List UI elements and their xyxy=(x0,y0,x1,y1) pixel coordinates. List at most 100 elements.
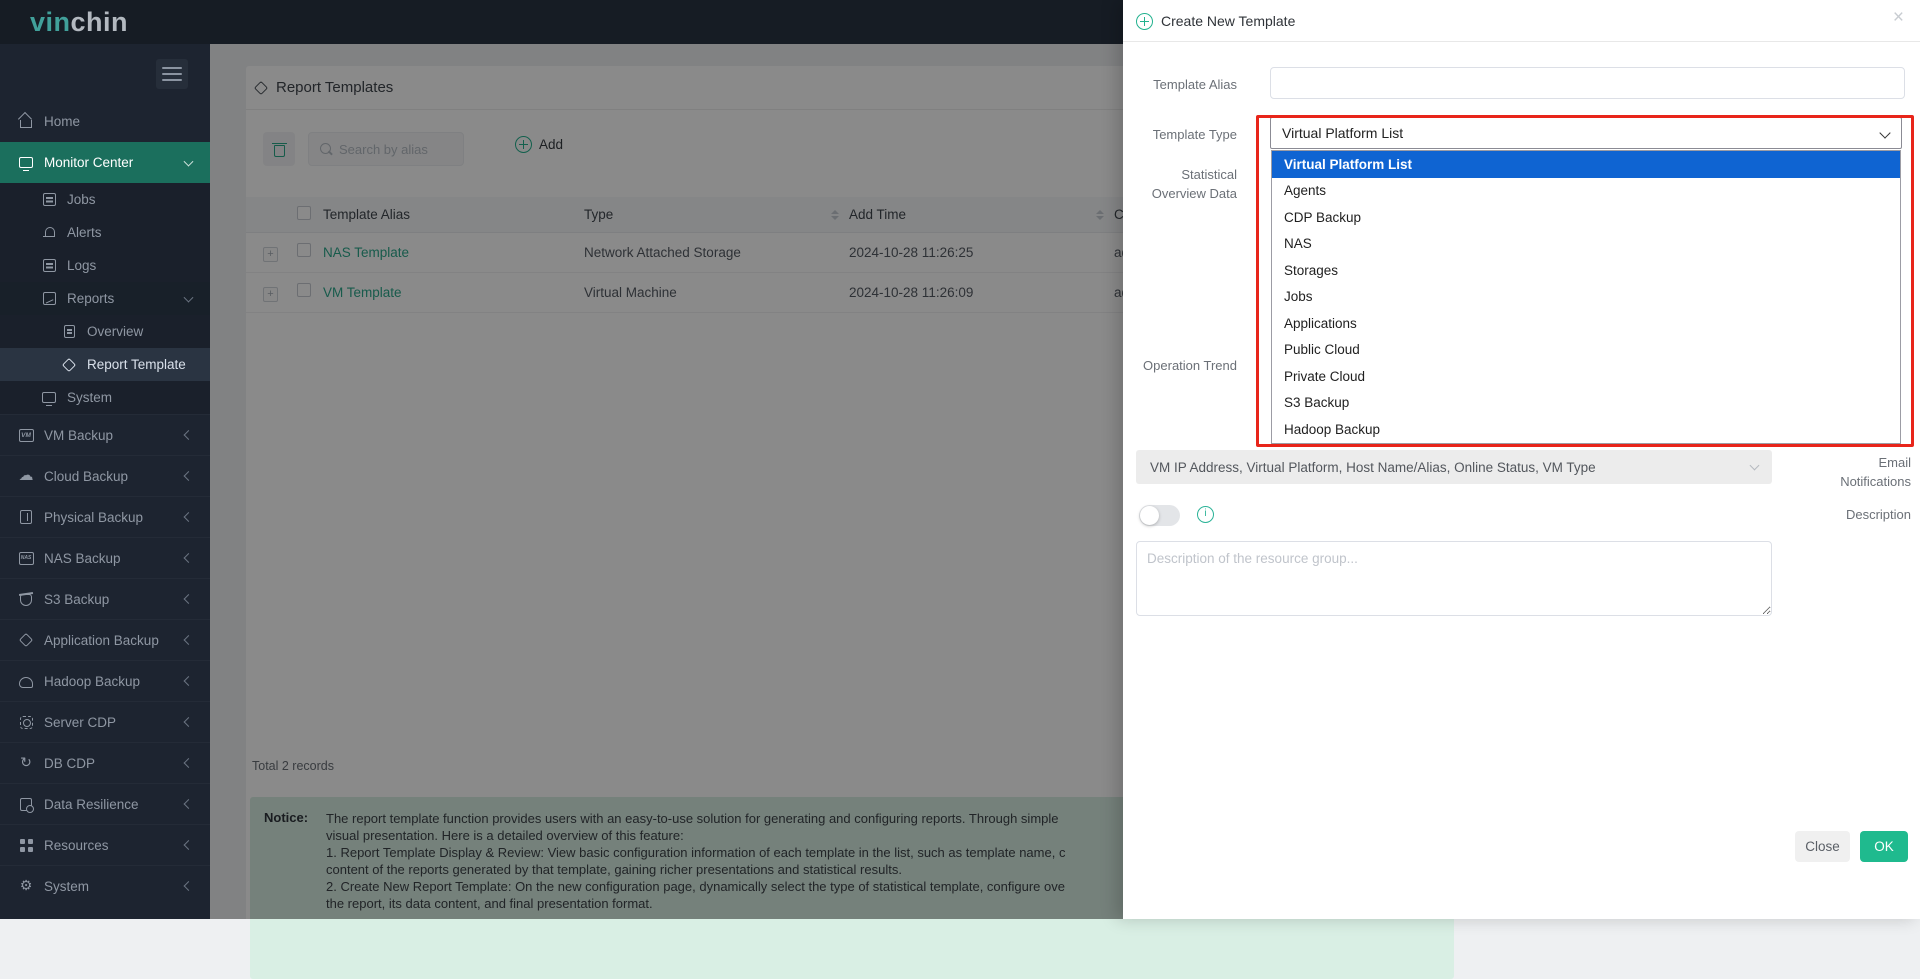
chevron-left-icon xyxy=(184,840,194,850)
sidebar-item-vm-backup[interactable]: VM Backup xyxy=(0,414,210,455)
vinchin-logo: vinchin xyxy=(30,7,128,38)
sidebar-item-label: NAS Backup xyxy=(44,551,121,566)
data-resilience-icon xyxy=(20,798,32,811)
sidebar-item-home[interactable]: Home xyxy=(0,101,210,142)
sidebar-item-label: Jobs xyxy=(67,192,96,207)
logo-text-teal: vin xyxy=(30,7,71,37)
chevron-down-icon xyxy=(1750,461,1760,471)
sidebar-item-resources[interactable]: Resources xyxy=(0,824,210,865)
sidebar-item-label: Data Resilience xyxy=(44,797,139,812)
overview-items-value: VM IP Address, Virtual Platform, Host Na… xyxy=(1150,460,1596,475)
chevron-left-icon xyxy=(184,635,194,645)
sidebar-item-reports[interactable]: Reports xyxy=(0,282,210,315)
dropdown-option[interactable]: CDP Backup xyxy=(1272,204,1900,231)
sidebar-item-physical-backup[interactable]: Physical Backup xyxy=(0,496,210,537)
sidebar-item-label: Hadoop Backup xyxy=(44,674,140,689)
dropdown-option[interactable]: Jobs xyxy=(1272,284,1900,311)
vm-icon xyxy=(19,429,34,442)
dropdown-option[interactable]: Private Cloud xyxy=(1272,363,1900,390)
template-alias-label: Template Alias xyxy=(1123,75,1237,94)
chevron-left-icon xyxy=(184,758,194,768)
template-type-value: Virtual Platform List xyxy=(1282,125,1403,141)
sidebar-item-label: System xyxy=(67,390,112,405)
logo-text-gray: chin xyxy=(71,7,129,37)
chevron-left-icon xyxy=(184,553,194,563)
sidebar-item-s3-backup[interactable]: S3 Backup xyxy=(0,578,210,619)
sidebar-item-nas-backup[interactable]: NAS Backup xyxy=(0,537,210,578)
sidebar-item-label: S3 Backup xyxy=(44,592,109,607)
home-icon xyxy=(20,120,32,128)
sidebar-item-application-backup[interactable]: Application Backup xyxy=(0,619,210,660)
chevron-left-icon xyxy=(184,881,194,891)
sidebar-item-logs[interactable]: Logs xyxy=(0,249,210,282)
dropdown-option[interactable]: Virtual Platform List xyxy=(1272,151,1900,178)
sidebar-item-label: Cloud Backup xyxy=(44,469,128,484)
dropdown-option[interactable]: S3 Backup xyxy=(1272,390,1900,417)
chevron-left-icon xyxy=(184,430,194,440)
sidebar-item-alerts[interactable]: Alerts xyxy=(0,216,210,249)
sidebar-collapse-row xyxy=(0,44,210,101)
sidebar-item-db-cdp[interactable]: DB CDP xyxy=(0,742,210,783)
dropdown-option[interactable]: Applications xyxy=(1272,310,1900,337)
chevron-left-icon xyxy=(184,594,194,604)
select-chevron-icon xyxy=(1879,127,1890,138)
sidebar-item-label: Logs xyxy=(67,258,96,273)
resources-grid-icon xyxy=(20,839,33,852)
description-textarea[interactable] xyxy=(1136,541,1772,616)
hamburger-menu-icon[interactable] xyxy=(156,59,188,89)
nas-icon xyxy=(19,552,34,565)
circle-plus-icon xyxy=(1136,13,1153,30)
sidebar-nav: Home Monitor Center Jobs Alerts Logs Rep… xyxy=(0,44,210,919)
sidebar-item-label: Monitor Center xyxy=(44,155,133,170)
server-cdp-icon xyxy=(20,716,33,729)
reports-chart-icon xyxy=(43,292,56,305)
modal-footer: Close OK xyxy=(1123,869,1920,919)
dropdown-option[interactable]: Hadoop Backup xyxy=(1272,416,1900,443)
db-cdp-sync-icon xyxy=(18,755,34,771)
bucket-icon xyxy=(20,594,32,606)
sidebar-item-label: Server CDP xyxy=(44,715,116,730)
overview-items-select[interactable]: VM IP Address, Virtual Platform, Host Na… xyxy=(1136,450,1772,484)
create-template-modal: Create New Template × Template Alias Tem… xyxy=(1123,0,1920,919)
chevron-left-icon xyxy=(184,471,194,481)
sidebar-item-label: Home xyxy=(44,114,80,129)
statistical-overview-label: Statistical Overview Data xyxy=(1142,165,1237,203)
sidebar-item-overview[interactable]: Overview xyxy=(0,315,210,348)
sidebar-item-label: Application Backup xyxy=(44,633,159,648)
overview-doc-icon xyxy=(64,325,75,338)
email-notifications-toggle[interactable] xyxy=(1139,505,1180,526)
sidebar-item-monitor-system[interactable]: System xyxy=(0,381,210,414)
sidebar-item-jobs[interactable]: Jobs xyxy=(0,183,210,216)
sidebar-item-label: Overview xyxy=(87,324,143,339)
modal-header: Create New Template × xyxy=(1123,0,1920,42)
sidebar-item-label: Reports xyxy=(67,291,114,306)
chevron-down-icon xyxy=(184,156,194,166)
template-alias-input[interactable] xyxy=(1270,67,1905,99)
dropdown-option[interactable]: Agents xyxy=(1272,178,1900,205)
close-button[interactable]: Close xyxy=(1795,831,1850,862)
sidebar-item-label: VM Backup xyxy=(44,428,113,443)
jobs-list-icon xyxy=(43,193,56,206)
template-type-dropdown: Virtual Platform List Agents CDP Backup … xyxy=(1271,150,1901,444)
sidebar-item-data-resilience[interactable]: Data Resilience xyxy=(0,783,210,824)
gear-icon xyxy=(18,878,34,894)
sidebar-item-report-template[interactable]: Report Template xyxy=(0,348,210,381)
info-icon[interactable]: i xyxy=(1197,506,1214,523)
sidebar-item-label: Physical Backup xyxy=(44,510,143,525)
dropdown-option[interactable]: Storages xyxy=(1272,257,1900,284)
dropdown-option[interactable]: NAS xyxy=(1272,231,1900,258)
sidebar-item-system[interactable]: System xyxy=(0,865,210,906)
package-icon xyxy=(62,357,76,371)
sidebar-item-cloud-backup[interactable]: Cloud Backup xyxy=(0,455,210,496)
sidebar-item-label: Report Template xyxy=(87,357,186,372)
bell-icon xyxy=(42,226,56,240)
template-type-select[interactable]: Virtual Platform List xyxy=(1270,117,1902,149)
ok-button[interactable]: OK xyxy=(1860,831,1908,862)
logs-list-icon xyxy=(43,259,56,272)
close-icon[interactable]: × xyxy=(1893,8,1904,27)
sidebar-item-monitor-center[interactable]: Monitor Center xyxy=(0,142,210,183)
sidebar-item-server-cdp[interactable]: Server CDP xyxy=(0,701,210,742)
physical-server-icon xyxy=(20,510,32,524)
sidebar-item-hadoop-backup[interactable]: Hadoop Backup xyxy=(0,660,210,701)
dropdown-option[interactable]: Public Cloud xyxy=(1272,337,1900,364)
